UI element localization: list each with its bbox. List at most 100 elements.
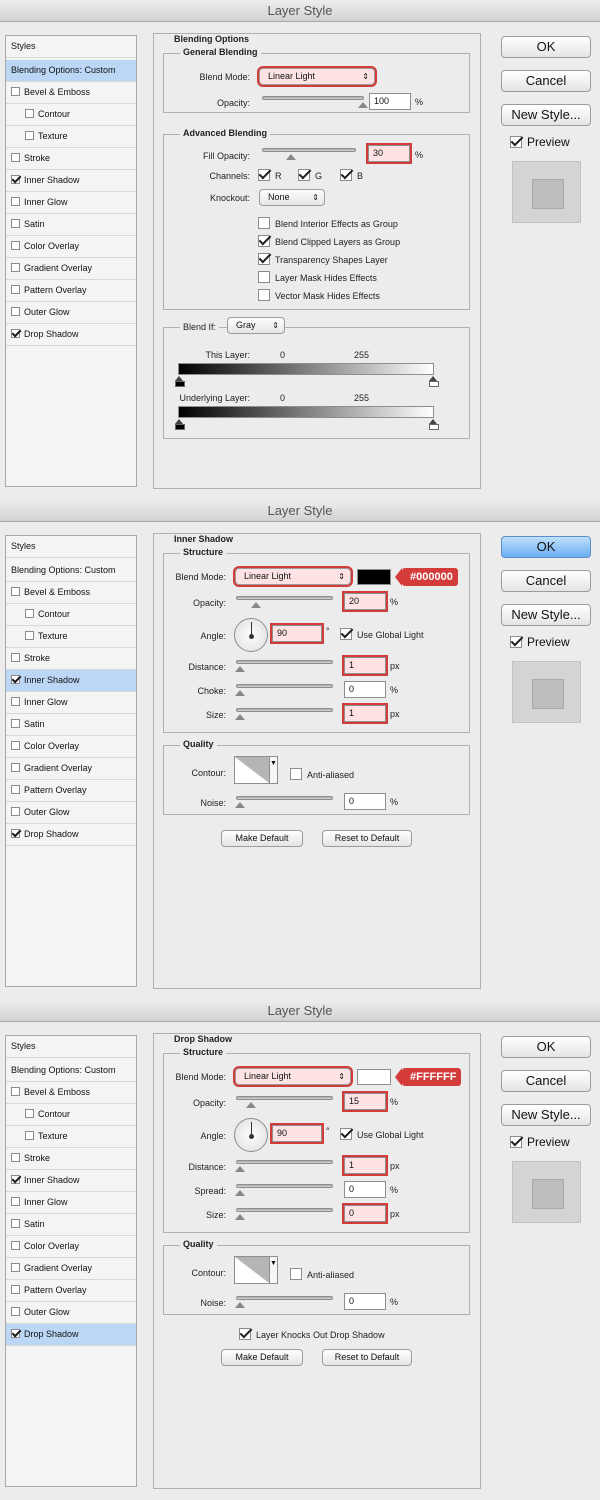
- outer-glow-checkbox[interactable]: [11, 807, 20, 816]
- inner-shadow-checkbox[interactable]: [11, 175, 20, 184]
- sidebar-item-drop-shadow[interactable]: Drop Shadow: [6, 324, 136, 346]
- preview-checkbox[interactable]: [510, 1136, 522, 1148]
- sidebar-item-blending-options[interactable]: Blending Options: Custom: [6, 560, 136, 582]
- outer-glow-checkbox[interactable]: [11, 1307, 20, 1316]
- channel-b[interactable]: B: [340, 169, 363, 181]
- chevron-down-icon[interactable]: ▼: [270, 756, 278, 784]
- underlying-black-stop[interactable]: [175, 419, 185, 430]
- satin-checkbox[interactable]: [11, 1219, 20, 1228]
- contour-checkbox[interactable]: [25, 1109, 34, 1118]
- bevel-checkbox[interactable]: [11, 87, 20, 96]
- anti-aliased-checkbox[interactable]: [290, 768, 302, 780]
- angle-field[interactable]: 90: [272, 625, 322, 642]
- sidebar-item-inner-glow[interactable]: Inner Glow: [6, 1192, 136, 1214]
- stroke-checkbox[interactable]: [11, 1153, 20, 1162]
- sidebar-item-stroke[interactable]: Stroke: [6, 148, 136, 170]
- sidebar-item-bevel-emboss[interactable]: Bevel & Emboss: [6, 82, 136, 104]
- noise-field[interactable]: 0: [344, 1293, 386, 1310]
- pattern-overlay-checkbox[interactable]: [11, 785, 20, 794]
- sidebar-item-pattern-overlay[interactable]: Pattern Overlay: [6, 1280, 136, 1302]
- size-field[interactable]: 1: [344, 705, 386, 722]
- inner-shadow-checkbox[interactable]: [11, 1175, 20, 1184]
- inner-glow-checkbox[interactable]: [11, 697, 20, 706]
- sidebar-header-styles[interactable]: Styles: [6, 36, 136, 58]
- color-overlay-checkbox[interactable]: [11, 241, 20, 250]
- stroke-checkbox[interactable]: [11, 653, 20, 662]
- choke-slider[interactable]: [235, 684, 333, 696]
- opt-blend-clipped[interactable]: Blend Clipped Layers as Group: [258, 235, 400, 247]
- sidebar-item-blending-options[interactable]: Blending Options: Custom: [6, 60, 136, 82]
- checkbox[interactable]: [258, 289, 270, 301]
- global-light-checkbox[interactable]: [340, 1128, 352, 1140]
- checkbox[interactable]: [258, 235, 270, 247]
- sidebar-item-texture[interactable]: Texture: [6, 626, 136, 648]
- inner-glow-checkbox[interactable]: [11, 197, 20, 206]
- ok-button[interactable]: OK: [501, 536, 591, 558]
- sidebar-item-bevel-emboss[interactable]: Bevel & Emboss: [6, 1082, 136, 1104]
- sidebar-header-styles[interactable]: Styles: [6, 536, 136, 558]
- slider-thumb[interactable]: [235, 1163, 245, 1172]
- sidebar-header-styles[interactable]: Styles: [6, 1036, 136, 1058]
- noise-slider[interactable]: [235, 796, 333, 808]
- texture-checkbox[interactable]: [25, 131, 34, 140]
- gradient-overlay-checkbox[interactable]: [11, 763, 20, 772]
- sidebar-item-drop-shadow[interactable]: Drop Shadow: [6, 824, 136, 846]
- opacity-field[interactable]: 100: [369, 93, 411, 110]
- texture-checkbox[interactable]: [25, 631, 34, 640]
- slider-thumb[interactable]: [235, 1187, 245, 1196]
- opt-layer-mask-hides[interactable]: Layer Mask Hides Effects: [258, 271, 377, 283]
- slider-thumb[interactable]: [251, 599, 261, 608]
- size-slider[interactable]: [235, 1208, 333, 1220]
- sidebar-item-contour[interactable]: Contour: [6, 1104, 136, 1126]
- blend-mode-select[interactable]: Linear Light ⇕: [235, 1068, 351, 1085]
- sidebar-item-bevel-emboss[interactable]: Bevel & Emboss: [6, 582, 136, 604]
- opt-transparency-shapes[interactable]: Transparency Shapes Layer: [258, 253, 388, 265]
- texture-checkbox[interactable]: [25, 1131, 34, 1140]
- ok-button[interactable]: OK: [501, 36, 591, 58]
- slider-thumb[interactable]: [246, 1099, 257, 1108]
- opt-blend-interior[interactable]: Blend Interior Effects as Group: [258, 217, 398, 229]
- checkbox[interactable]: [258, 217, 270, 229]
- sidebar-item-inner-glow[interactable]: Inner Glow: [6, 692, 136, 714]
- new-style-button[interactable]: New Style...: [501, 604, 591, 626]
- checkbox[interactable]: [258, 253, 270, 265]
- noise-field[interactable]: 0: [344, 793, 386, 810]
- sidebar-item-satin[interactable]: Satin: [6, 214, 136, 236]
- distance-field[interactable]: 1: [344, 1157, 386, 1174]
- cancel-button[interactable]: Cancel: [501, 1070, 591, 1092]
- gradient-overlay-checkbox[interactable]: [11, 1263, 20, 1272]
- distance-field[interactable]: 1: [344, 657, 386, 674]
- channel-b-checkbox[interactable]: [340, 169, 352, 181]
- sidebar-item-outer-glow[interactable]: Outer Glow: [6, 802, 136, 824]
- sidebar-item-contour[interactable]: Contour: [6, 604, 136, 626]
- sidebar-item-pattern-overlay[interactable]: Pattern Overlay: [6, 780, 136, 802]
- this-layer-black-stop[interactable]: [175, 376, 185, 387]
- contour-checkbox[interactable]: [25, 609, 34, 618]
- angle-dial[interactable]: [234, 618, 268, 652]
- blend-if-select[interactable]: Gray ⇕: [227, 317, 285, 334]
- blend-mode-select[interactable]: Linear Light ⇕: [235, 568, 351, 585]
- channel-r[interactable]: R: [258, 169, 282, 181]
- channel-g-checkbox[interactable]: [298, 169, 310, 181]
- sidebar-item-color-overlay[interactable]: Color Overlay: [6, 736, 136, 758]
- size-field[interactable]: 0: [344, 1205, 386, 1222]
- satin-checkbox[interactable]: [11, 219, 20, 228]
- distance-slider[interactable]: [235, 660, 333, 672]
- sidebar-item-inner-shadow[interactable]: Inner Shadow: [6, 1170, 136, 1192]
- contour-preview[interactable]: [234, 1256, 270, 1284]
- stroke-checkbox[interactable]: [11, 153, 20, 162]
- contour-preview[interactable]: [234, 756, 270, 784]
- channel-r-checkbox[interactable]: [258, 169, 270, 181]
- preview-toggle[interactable]: Preview: [510, 135, 570, 149]
- bevel-checkbox[interactable]: [11, 587, 20, 596]
- angle-field[interactable]: 90: [272, 1125, 322, 1142]
- slider-thumb[interactable]: [235, 799, 245, 808]
- sidebar-item-blending-options[interactable]: Blending Options: Custom: [6, 1060, 136, 1082]
- global-light-checkbox[interactable]: [340, 628, 352, 640]
- anti-aliased-checkbox[interactable]: [290, 1268, 302, 1280]
- cancel-button[interactable]: Cancel: [501, 70, 591, 92]
- fill-opacity-field[interactable]: 30: [368, 145, 410, 162]
- spread-slider[interactable]: [235, 1184, 333, 1196]
- sidebar-item-gradient-overlay[interactable]: Gradient Overlay: [6, 258, 136, 280]
- slider-thumb[interactable]: [235, 711, 245, 720]
